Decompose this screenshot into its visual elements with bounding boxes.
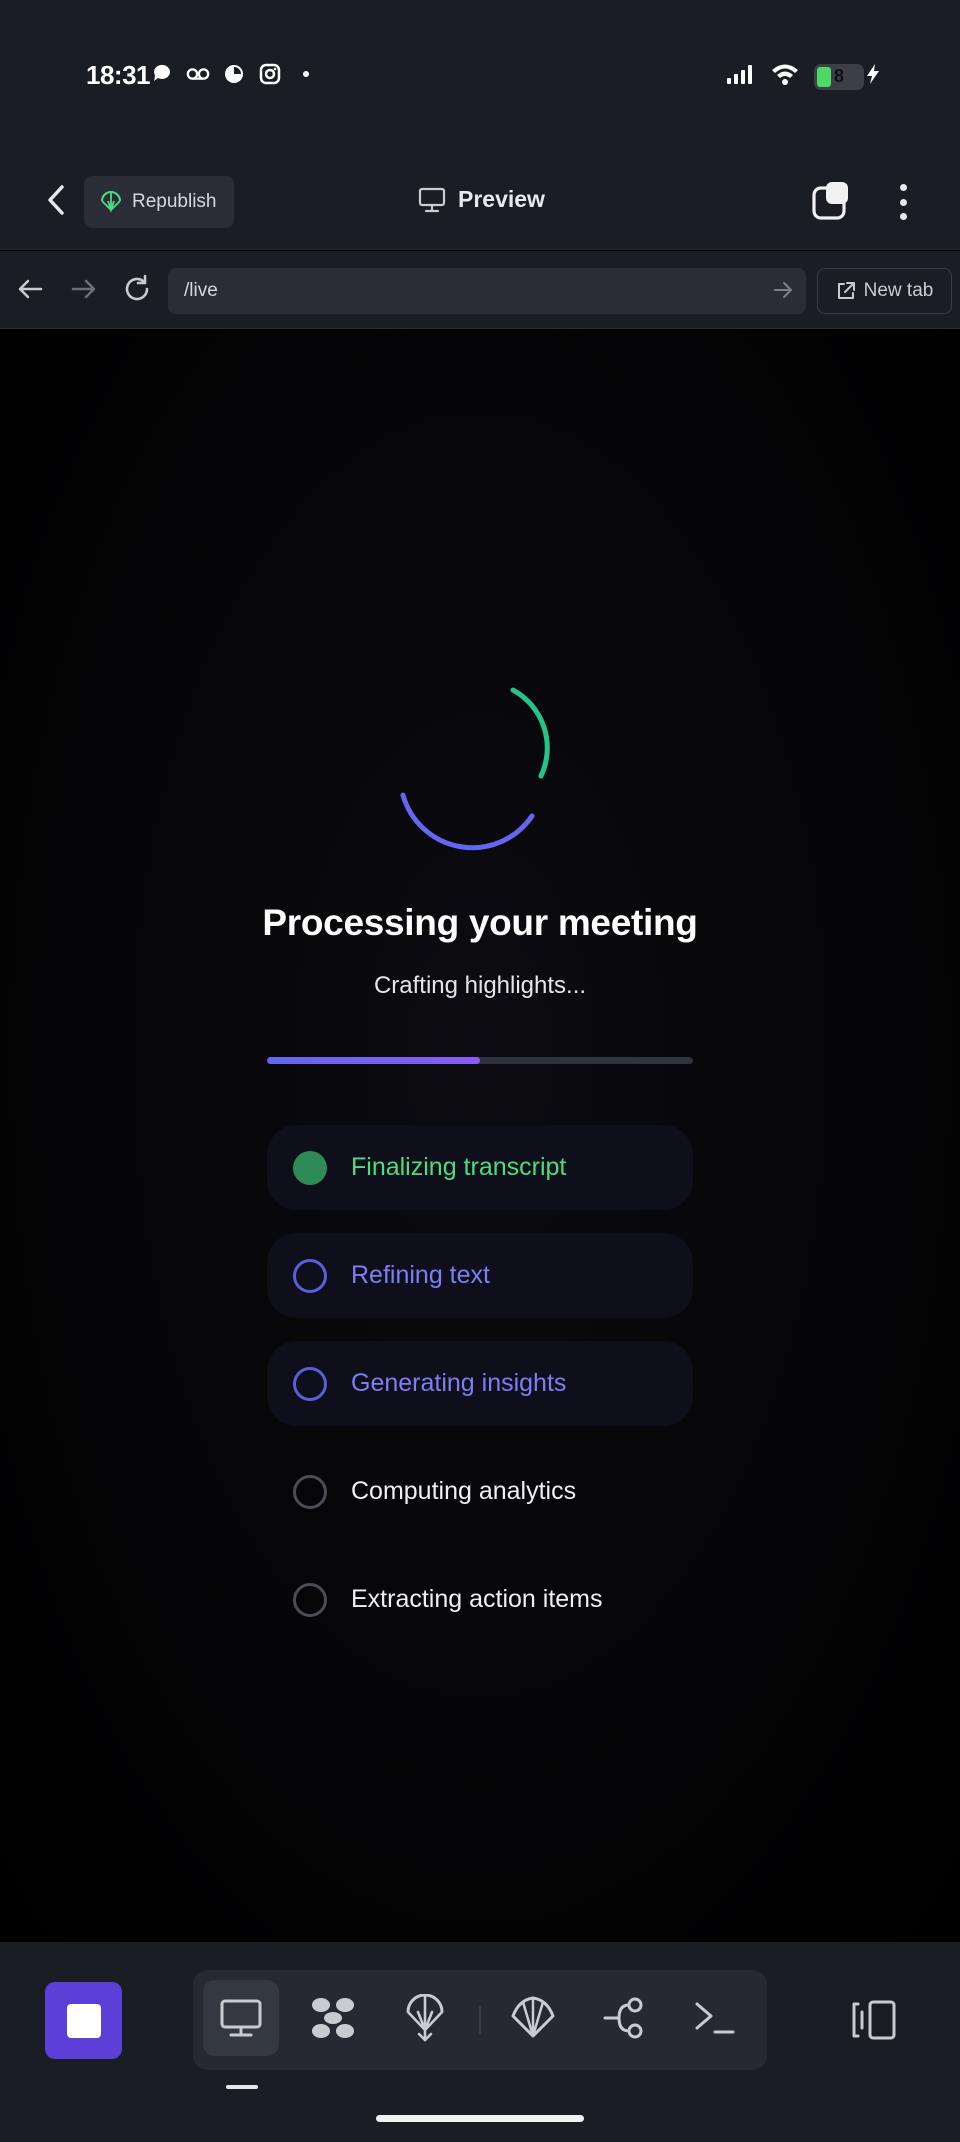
step-item: Refining text [267,1233,693,1318]
dot-icon [294,62,318,86]
progress-bar [267,1057,693,1064]
parachute-icon [101,191,121,213]
republish-button[interactable]: Republish [84,176,234,228]
status-bar: 18:31 8 [0,0,960,150]
url-input[interactable]: /live [168,268,806,314]
browser-bar: /live New tab [0,251,960,329]
puzzle-icon [312,1998,354,2038]
browser-forward-button[interactable] [66,271,102,307]
step-status-icon [293,1474,327,1509]
parachute-icon [406,1994,444,2042]
app-header: Republish Preview [0,150,960,250]
bottom-toolbar [0,1942,960,2142]
browser-back-button[interactable] [12,271,48,307]
reload-button[interactable] [119,271,155,307]
status-time: 18:31 [86,60,151,90]
monitor-icon [220,1999,262,2037]
tool-publish[interactable] [387,1980,463,2056]
panel-toggle-icon[interactable] [850,1998,898,2042]
step-item: Generating insights [267,1341,693,1426]
step-status-icon [293,1366,327,1401]
processing-steps: Finalizing transcript Refining text Gene… [267,1125,693,1665]
notification-icons [150,62,318,86]
app-screen: 18:31 8 Republish Preview /live New tab … [0,0,960,2142]
branch-icon [603,1997,643,2039]
step-status-icon [293,1582,327,1617]
more-dot-icon [899,184,907,191]
processing-title: Processing your meeting [262,902,698,943]
republish-label: Republish [132,191,217,212]
more-dot-icon [899,198,907,206]
step-label: Computing analytics [351,1477,577,1505]
shell-icon [511,1996,555,2038]
step-label: Refining text [351,1261,490,1289]
more-options-button[interactable] [888,180,918,224]
new-tab-button[interactable]: New tab [817,268,952,314]
tool-terminal[interactable] [677,1980,753,2056]
step-item: Finalizing transcript [267,1125,693,1210]
step-label: Finalizing transcript [351,1153,567,1181]
refresh-icon [125,274,149,301]
arrow-right-icon [71,279,96,299]
tool-integrations[interactable] [295,1980,371,2056]
tool-shell[interactable] [495,1980,571,2056]
stop-button[interactable] [45,1982,122,2059]
signal-icon [726,63,756,90]
voicemail-icon [186,62,210,86]
active-tab-indicator [226,2085,258,2089]
url-text: /live [184,280,218,301]
page-title-text: Preview [458,186,545,212]
step-item: Computing analytics [267,1449,693,1534]
copy-icon[interactable] [812,180,856,224]
pie-icon [222,62,246,86]
loading-spinner-icon [400,687,550,851]
new-tab-label: New tab [863,280,934,301]
charging-bolt-icon [866,63,880,90]
battery-level: 8 [833,66,844,86]
go-arrow-icon[interactable] [772,279,794,301]
battery-indicator: 8 [814,63,864,90]
stop-icon [66,2003,101,2038]
tool-preview[interactable] [203,1980,279,2056]
preview-content: Processing your meeting Crafting highlig… [0,330,960,1942]
chevron-left-icon [48,185,64,215]
instagram-icon [258,62,282,86]
tool-git[interactable] [587,1980,663,2056]
wifi-icon [770,62,800,91]
progress-fill [267,1057,480,1064]
more-dot-icon [899,213,907,220]
page-title: Preview [418,186,545,213]
step-label: Generating insights [351,1369,567,1397]
chat-bubble-icon [150,62,174,86]
monitor-icon [418,187,446,212]
external-link-icon [837,282,855,299]
arrow-left-icon [18,279,43,299]
processing-subtitle: Crafting highlights... [373,972,587,999]
system-indicators: 8 [726,62,880,91]
tool-group [193,1970,767,2070]
step-status-icon [293,1258,327,1293]
back-button[interactable] [36,180,76,220]
step-label: Extracting action items [351,1585,603,1613]
home-indicator[interactable] [376,2115,584,2122]
tool-divider [479,2006,481,2034]
step-item: Extracting action items [267,1557,693,1642]
step-status-icon [293,1150,327,1185]
terminal-icon [695,2002,735,2034]
